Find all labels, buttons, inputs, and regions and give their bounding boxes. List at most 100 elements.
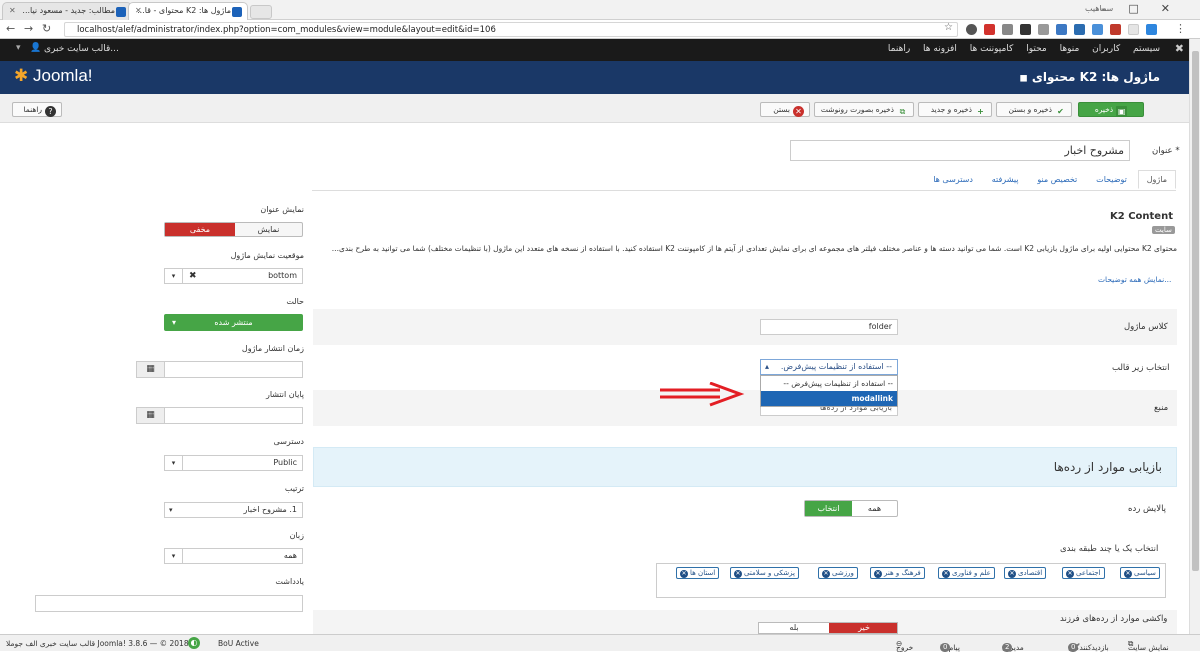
user-icon[interactable]: 👤 bbox=[30, 43, 41, 53]
extension-icon[interactable] bbox=[1092, 24, 1103, 35]
browser-tab[interactable]: ✕ مطالب: جدید - مسعود نیا... bbox=[2, 2, 132, 20]
clear-icon[interactable]: ✖ bbox=[189, 269, 197, 283]
url-field[interactable]: localhost/alef/administrator/index.php?o… bbox=[64, 22, 958, 37]
filter-all-option[interactable]: همه bbox=[852, 501, 897, 516]
calendar-icon[interactable]: ▦ bbox=[137, 362, 165, 377]
chevron-down-icon[interactable]: ▾ bbox=[165, 269, 183, 283]
browser-tab-active[interactable]: ✕ ماژول ها: K2 محتوای - قا... bbox=[128, 2, 248, 20]
chevron-down-icon[interactable]: ▾ bbox=[165, 549, 183, 563]
page-scrollbar[interactable] bbox=[1189, 39, 1200, 634]
close-tab-icon[interactable]: ✕ bbox=[135, 6, 142, 15]
position-select[interactable]: bottom ✖ ▾ bbox=[164, 268, 303, 284]
view-site-link[interactable]: نمایش سایت ⧉ bbox=[1128, 639, 1169, 652]
remove-icon[interactable]: ✕ bbox=[822, 570, 830, 578]
save-new-button[interactable]: + ذخیره و جدید bbox=[918, 102, 992, 117]
menu-menus[interactable]: منوها bbox=[1060, 44, 1080, 54]
show-option[interactable]: نمایش bbox=[235, 223, 302, 236]
category-tag[interactable]: اقتصادی✕ bbox=[1004, 567, 1047, 579]
site-link[interactable]: قالب سایت خبری... bbox=[44, 44, 119, 54]
tab-module[interactable]: ماژول bbox=[1137, 170, 1176, 189]
chevron-down-icon[interactable]: ▾ bbox=[165, 456, 183, 470]
joomla-icon[interactable]: ✖ bbox=[1175, 42, 1184, 55]
logout-link[interactable]: خروج ⊖ bbox=[896, 639, 913, 652]
category-tag[interactable]: اجتماعی✕ bbox=[1062, 567, 1105, 579]
save-button[interactable]: ▣ذخیره bbox=[1078, 102, 1144, 117]
category-tag[interactable]: پزشکی و سلامتی✕ bbox=[730, 567, 799, 579]
extension-icon[interactable] bbox=[1110, 24, 1121, 35]
sub-template-select[interactable]: -- استفاده از تنظیمات پیش‌فرض. ▴ bbox=[760, 359, 898, 375]
category-tag[interactable]: ورزشی✕ bbox=[818, 567, 858, 579]
calendar-icon[interactable]: ▦ bbox=[137, 408, 165, 423]
category-tag[interactable]: استان ها✕ bbox=[676, 567, 720, 579]
extension-icon[interactable] bbox=[1002, 24, 1013, 35]
tab-description[interactable]: توضیحات bbox=[1088, 171, 1135, 188]
site-badge: سایت bbox=[1152, 226, 1175, 234]
category-tag[interactable]: سیاسی✕ bbox=[1120, 567, 1160, 579]
extension-icon[interactable] bbox=[984, 24, 995, 35]
remove-icon[interactable]: ✕ bbox=[1124, 570, 1132, 578]
category-filter-toggle[interactable]: انتخاب همه bbox=[804, 500, 898, 517]
hide-option[interactable]: مخفی bbox=[165, 223, 235, 236]
extension-icon[interactable] bbox=[1038, 24, 1049, 35]
child-no-option[interactable]: خیر bbox=[829, 623, 897, 633]
remove-icon[interactable]: ✕ bbox=[1066, 570, 1074, 578]
bou-status[interactable]: BoU Active bbox=[218, 639, 259, 648]
tab-permissions[interactable]: دسترسی ها bbox=[925, 171, 981, 188]
window-controls[interactable]: –□✕ bbox=[1101, 2, 1192, 15]
dropdown-option-highlighted[interactable]: modallink bbox=[761, 391, 897, 406]
category-tag[interactable]: علم و فناوری✕ bbox=[938, 567, 995, 579]
tab-menu-assignment[interactable]: تخصیص منو bbox=[1029, 171, 1085, 188]
close-tab-icon[interactable]: ✕ bbox=[9, 6, 16, 15]
dropdown-icon[interactable]: ▾ bbox=[16, 43, 21, 53]
child-categories-row bbox=[313, 610, 1177, 634]
menu-content[interactable]: محتوا bbox=[1026, 44, 1047, 54]
forward-icon[interactable]: → bbox=[24, 22, 33, 35]
scrollbar-thumb[interactable] bbox=[1192, 51, 1199, 571]
language-select[interactable]: همه ▾ bbox=[164, 548, 303, 564]
reload-icon[interactable]: ↻ bbox=[42, 22, 51, 35]
module-class-input[interactable]: folder bbox=[760, 319, 898, 335]
filter-select-option[interactable]: انتخاب bbox=[805, 501, 852, 516]
joomla-logo[interactable]: ✱ Joomla! bbox=[14, 66, 93, 86]
tab-advanced[interactable]: پیشرفته bbox=[984, 171, 1027, 188]
show-all-description-link[interactable]: نمایش همه توضیحات... bbox=[1098, 275, 1171, 284]
menu-help[interactable]: راهنما bbox=[888, 44, 910, 54]
remove-icon[interactable]: ✕ bbox=[1008, 570, 1016, 578]
note-input[interactable] bbox=[35, 595, 303, 612]
menu-users[interactable]: کاربران bbox=[1092, 44, 1120, 54]
child-yes-option[interactable]: بله bbox=[759, 623, 829, 633]
download-icon[interactable] bbox=[1146, 24, 1157, 35]
category-tag[interactable]: فرهنگ و هنر✕ bbox=[870, 567, 925, 579]
new-tab-button[interactable] bbox=[250, 5, 272, 19]
help-button[interactable]: ?راهنما bbox=[12, 102, 62, 117]
extension-icon[interactable] bbox=[1074, 24, 1085, 35]
ordering-label: ترتیب bbox=[284, 484, 304, 493]
remove-icon[interactable]: ✕ bbox=[680, 570, 688, 578]
access-select[interactable]: Public ▾ bbox=[164, 455, 303, 471]
menu-components[interactable]: کامپوننت ها bbox=[970, 44, 1014, 54]
publish-up-input[interactable]: ▦ bbox=[136, 361, 303, 378]
save-close-button[interactable]: ✔ ذخیره و بستن bbox=[996, 102, 1072, 117]
extension-icon[interactable] bbox=[1128, 24, 1139, 35]
menu-system[interactable]: سیستم bbox=[1133, 44, 1160, 54]
menu-icon[interactable]: ⋮ bbox=[1175, 22, 1186, 35]
logo-text: Joomla! bbox=[32, 66, 93, 85]
close-button[interactable]: ✕بستن bbox=[760, 102, 810, 117]
bookmark-star-icon[interactable]: ☆ bbox=[944, 22, 953, 33]
status-select[interactable]: منتشر شده ▾ bbox=[164, 314, 303, 331]
dropdown-option[interactable]: -- استفاده از تنظیمات پیش‌فرض -- bbox=[761, 376, 897, 391]
show-title-toggle[interactable]: مخفی نمایش bbox=[164, 222, 303, 237]
remove-icon[interactable]: ✕ bbox=[734, 570, 742, 578]
title-input[interactable]: مشروح اخبار bbox=[790, 140, 1130, 161]
extension-icon[interactable] bbox=[1056, 24, 1067, 35]
back-icon[interactable]: ← bbox=[6, 22, 15, 35]
save-copy-button[interactable]: ⧉ ذخیره بصورت رونوشت bbox=[814, 102, 914, 117]
ordering-select[interactable]: 1. مشروح اخبار ▾ bbox=[164, 502, 303, 518]
extension-icon[interactable] bbox=[1020, 24, 1031, 35]
child-categories-toggle[interactable]: بله خیر bbox=[758, 622, 898, 634]
publish-down-input[interactable]: ▦ bbox=[136, 407, 303, 424]
remove-icon[interactable]: ✕ bbox=[942, 570, 950, 578]
menu-extensions[interactable]: افزونه ها bbox=[923, 44, 957, 54]
extension-icon[interactable] bbox=[966, 24, 977, 35]
remove-icon[interactable]: ✕ bbox=[874, 570, 882, 578]
